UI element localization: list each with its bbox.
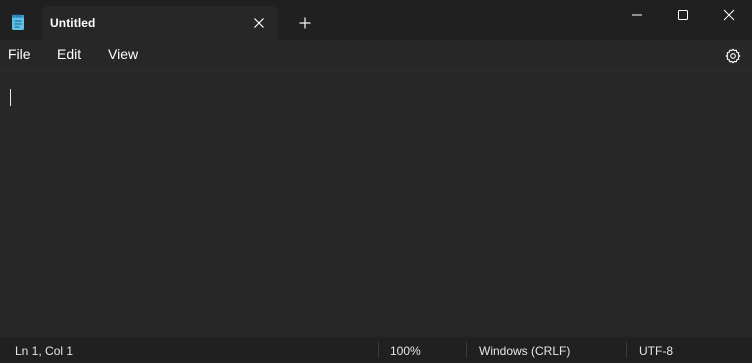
gear-icon: [725, 48, 741, 64]
minimize-icon: [632, 14, 642, 16]
minimize-button[interactable]: [614, 0, 660, 30]
encoding[interactable]: UTF-8: [639, 344, 673, 358]
close-icon: [723, 9, 735, 21]
cursor-position: Ln 1, Col 1: [15, 344, 74, 358]
notepad-icon: [8, 12, 28, 32]
menu-bar: File Edit View: [0, 40, 752, 70]
settings-button[interactable]: [720, 43, 746, 69]
close-icon: [254, 18, 264, 28]
plus-icon: [299, 17, 311, 29]
menu-edit[interactable]: Edit: [57, 46, 81, 62]
status-divider: [378, 342, 379, 358]
window-close-button[interactable]: [706, 0, 752, 30]
maximize-icon: [678, 10, 688, 20]
text-caret: [10, 89, 11, 106]
tab-close-button[interactable]: [246, 10, 272, 36]
tab-untitled[interactable]: Untitled: [42, 6, 278, 40]
notepad-window: Untitled File Edit View Ln 1, Col 1 100%…: [0, 0, 752, 363]
zoom-level[interactable]: 100%: [390, 344, 421, 358]
maximize-button[interactable]: [660, 0, 706, 30]
status-divider: [466, 342, 467, 358]
tab-title: Untitled: [50, 16, 96, 30]
text-editor[interactable]: [0, 70, 752, 333]
title-bar: Untitled: [0, 0, 752, 40]
menu-view[interactable]: View: [108, 46, 138, 62]
line-ending[interactable]: Windows (CRLF): [479, 344, 570, 358]
status-bar: Ln 1, Col 1 100% Windows (CRLF) UTF-8: [0, 337, 752, 363]
status-divider: [626, 342, 627, 358]
menu-file[interactable]: File: [8, 46, 31, 62]
new-tab-button[interactable]: [292, 10, 318, 36]
